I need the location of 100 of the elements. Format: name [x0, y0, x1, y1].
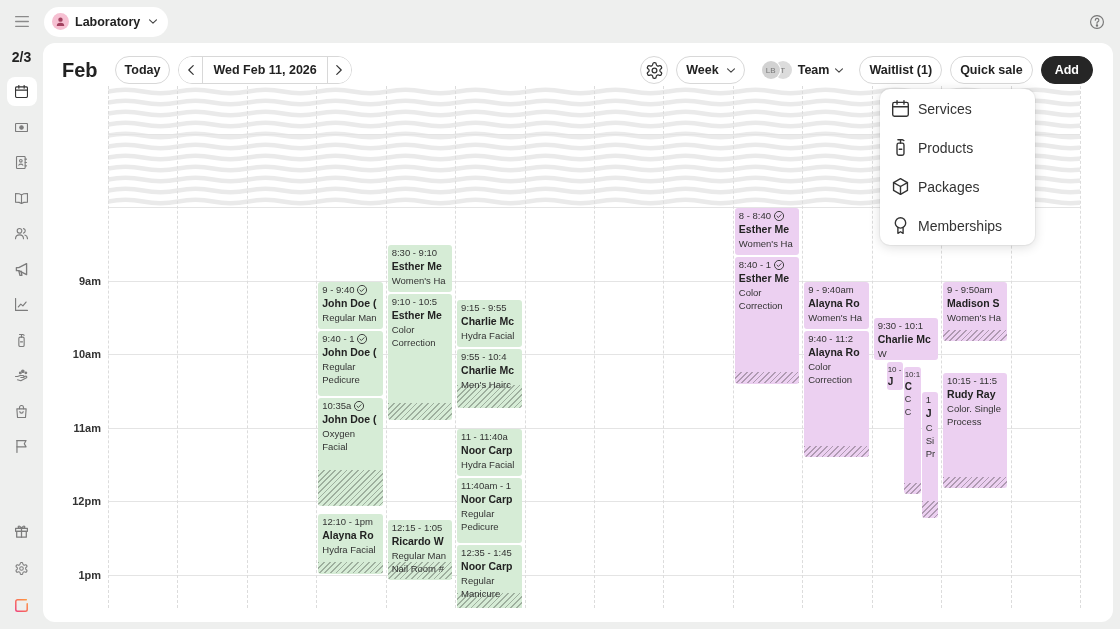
view-dropdown[interactable]: Week — [676, 56, 745, 84]
settings-icon — [15, 562, 28, 575]
square-logo-icon — [15, 599, 28, 612]
appointment-card[interactable]: 9 - 9:50am Madison S Women's Ha — [943, 281, 1008, 341]
service-name: Regular Man — [322, 310, 377, 324]
add-button[interactable]: Add — [1040, 56, 1093, 84]
appointment-card[interactable]: 11:40am - 1 Noor Carp Regular Pedicure — [457, 477, 522, 543]
previous-button[interactable] — [179, 57, 204, 83]
appointment-card[interactable]: 9:55 - 10:4 Charlie Mc Men's Hairc — [457, 348, 522, 409]
appointment-time: 12:35 - 1:45 — [461, 546, 512, 559]
appointment-card[interactable]: 12:15 - 1:05 Ricardo W Regular Man Nail Room # — [387, 520, 453, 580]
client-name: Charlie Mc — [461, 313, 515, 329]
appointment-card[interactable]: 9:30 - 10:1 Charlie Mc W — [873, 318, 939, 361]
appointment-time: 8 - 8:40 — [738, 210, 771, 222]
bottle-icon — [15, 333, 28, 347]
client-name: Esther Me — [391, 307, 442, 323]
team-filter-dropdown[interactable]: LB T Team — [761, 56, 844, 84]
client-name: John Doe ( — [322, 295, 377, 311]
menu-icon — [14, 16, 29, 27]
settings-icon — [645, 61, 663, 79]
appointment-card[interactable]: 10 - J — [886, 362, 903, 390]
appointment-time: 8:40 - 1 — [738, 259, 771, 271]
menu-item[interactable]: Services — [880, 89, 1035, 128]
client-name: Alayna Ro — [808, 295, 860, 311]
menu-item[interactable]: Products — [880, 128, 1035, 167]
appointment-time: 9:30 - 10:1 — [877, 320, 924, 333]
service-name: Hydra Facial — [461, 328, 515, 342]
menu-button[interactable] — [14, 16, 29, 27]
appointment-card[interactable]: 9 - 9:40am Alayna Ro Women's Ha — [804, 281, 869, 329]
appointment-time: 8:30 - 9:10 — [391, 246, 438, 259]
appointment-time: 9:15 - 9:55 — [461, 301, 507, 314]
appointment-time: 9:55 - 10:4 — [461, 350, 507, 363]
appointment-time: 10:1 — [904, 369, 921, 381]
service-name: C C — [904, 393, 913, 420]
caret-icon — [835, 67, 844, 73]
appointment-time: 11:40am - 1 — [461, 479, 512, 492]
next-button[interactable] — [326, 57, 351, 83]
appointment-time: 12:10 - 1pm — [322, 516, 373, 529]
appointment-card[interactable]: 9:10 - 10:5 Esther Me Color Correction — [387, 293, 453, 421]
hour-label: 11am — [73, 420, 101, 435]
service-name: Color Correction — [738, 286, 784, 312]
client-name: Charlie Mc — [461, 362, 515, 378]
appointment-time: 11 - 11:40a — [461, 430, 508, 443]
service-name: Hydra Facial — [461, 457, 515, 471]
menu-item[interactable]: Memberships — [880, 206, 1035, 245]
service-name: Men's Hairc — [461, 377, 511, 391]
cube-icon — [892, 178, 909, 195]
help-button[interactable] — [1090, 14, 1104, 29]
client-name: John Doe ( — [322, 344, 377, 360]
client-name: J — [925, 405, 932, 421]
appointment-card[interactable]: 9:40 - 11:2 Alayna Ro Color Correction — [804, 330, 869, 458]
client-name: Alayna Ro — [322, 528, 374, 544]
today-button[interactable]: Today — [114, 56, 171, 84]
appointment-time: 10 - — [887, 364, 902, 376]
appointment-card[interactable]: 10:35a John Doe ( Oxygen Facial — [318, 397, 383, 507]
client-name: Esther Me — [738, 222, 789, 237]
appointment-time: 9 - 9:40 — [322, 283, 355, 296]
service-name: W — [877, 347, 887, 361]
client-name: Noor Carp — [461, 491, 513, 507]
service-name: Oxygen Facial — [322, 426, 356, 453]
client-name: Ricardo W — [391, 534, 444, 550]
location-selector[interactable]: Laboratory — [44, 6, 169, 37]
settings-button[interactable] — [640, 56, 669, 84]
appointment-card[interactable]: 9:40 - 1 John Doe ( Regular Pedicure — [318, 330, 383, 396]
appointment-card[interactable]: 9 - 9:40 John Doe ( Regular Man — [318, 281, 383, 329]
hour-label: 10am — [72, 347, 101, 361]
client-name: Esther Me — [391, 258, 442, 274]
caret-icon — [149, 19, 158, 24]
appointment-card[interactable]: 10:15 - 11:5 Rudy Ray Color. Single Process — [943, 373, 1008, 488]
appointment-card[interactable]: 8:40 - 1 Esther Me Color Correction — [734, 257, 800, 384]
quick-sale-button[interactable]: Quick sale — [950, 56, 1033, 84]
user-avatar-icon — [52, 13, 69, 30]
appointment-card[interactable]: 8:30 - 9:10 Esther Me Women's Ha — [387, 244, 453, 292]
service-name: Regular Man — [391, 549, 447, 563]
service-name: Regular Pedicure — [461, 506, 500, 533]
line-chart-icon — [15, 298, 28, 312]
appointment-card[interactable]: 9:15 - 9:55 Charlie Mc Hydra Facial — [457, 299, 522, 347]
client-name: J — [887, 375, 894, 389]
calendar-icon — [892, 100, 909, 117]
appointment-time: 1 — [925, 393, 931, 406]
appointment-time: 10:35a — [322, 399, 352, 412]
award-icon — [892, 217, 909, 234]
appointment-card[interactable]: 11 - 11:40a Noor Carp Hydra Facial — [457, 428, 522, 476]
appointment-card[interactable]: 1 J C Si Pr — [921, 391, 939, 519]
menu-item[interactable]: Packages — [880, 167, 1035, 206]
calendar-nav-button[interactable] — [6, 77, 37, 107]
appointment-card[interactable]: 12:10 - 1pm Alayna Ro Hydra Facial — [318, 514, 383, 574]
chevron-left-icon — [187, 65, 194, 75]
gift-icon — [15, 525, 28, 538]
appointment-time: 10:15 - 11:5 — [947, 375, 998, 388]
client-name: Noor Carp — [461, 558, 513, 574]
appointment-card[interactable]: 8 - 8:40 Esther Me Women's Ha — [734, 208, 800, 255]
appointment-card[interactable]: 12:35 - 1:45 Noor Carp Regular Manicure — [457, 544, 522, 608]
waitlist-button[interactable]: Waitlist (1) — [859, 56, 943, 84]
hour-label: 12pm — [72, 494, 101, 508]
appointment-card[interactable]: 10:1 C C C — [903, 367, 921, 494]
client-name: Madison S — [947, 295, 1000, 311]
service-name: Hydra Facial — [322, 543, 376, 557]
client-name: John Doe ( — [322, 411, 377, 427]
service-name: Women's Ha — [947, 310, 1001, 324]
